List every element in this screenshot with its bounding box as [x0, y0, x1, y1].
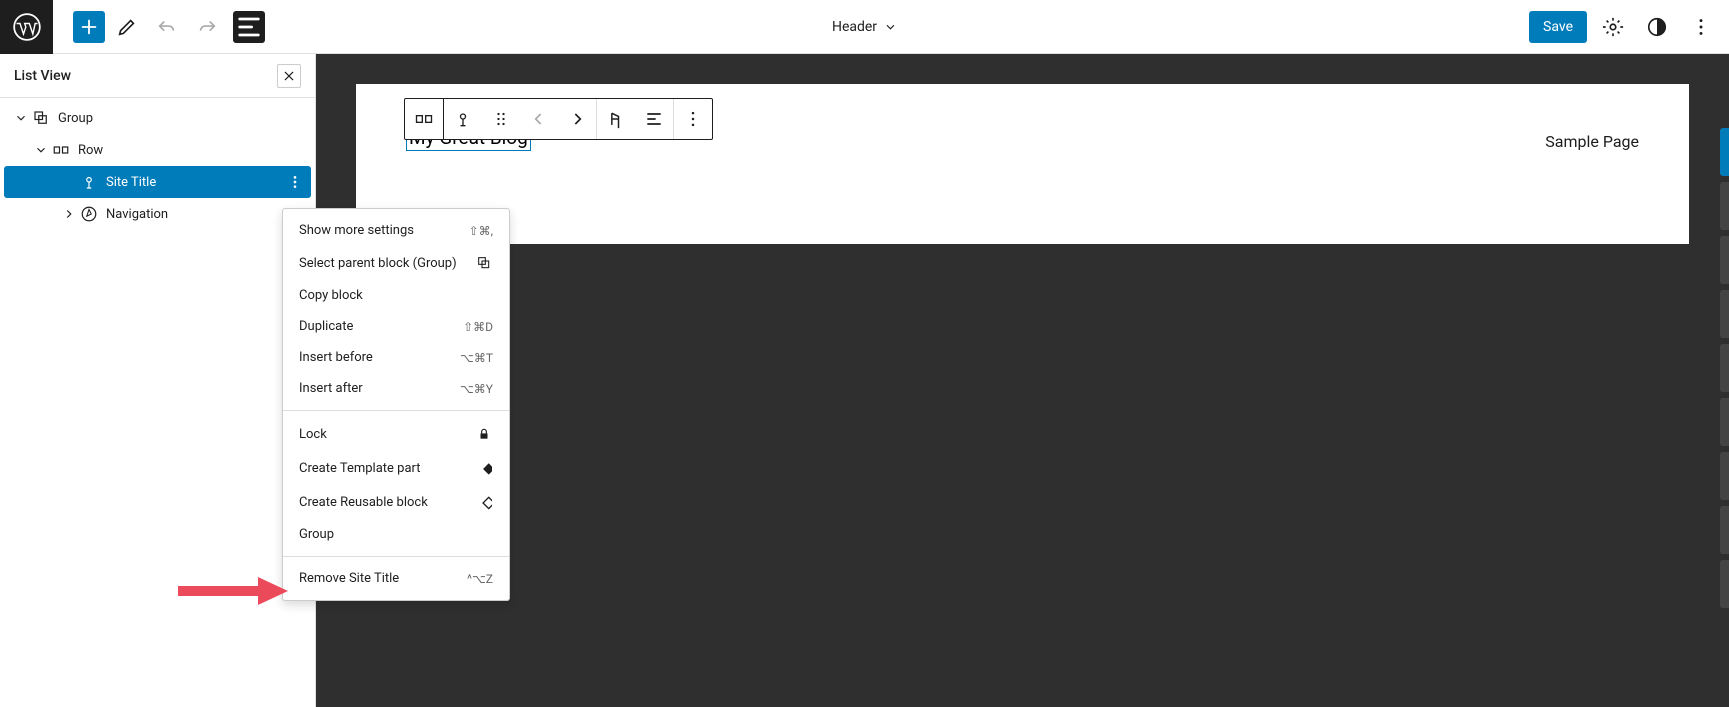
add-block-button[interactable]: [73, 11, 105, 43]
ctx-remove-site-title[interactable]: Remove Site Title ^⌥Z: [283, 563, 509, 594]
settings-button[interactable]: [1595, 9, 1631, 45]
panel-title: List View: [14, 68, 71, 84]
ctx-shortcut: ⌥⌘T: [460, 351, 493, 365]
ctx-copy-block[interactable]: Copy block: [283, 280, 509, 311]
panel-header: List View: [0, 54, 315, 98]
ctx-label: Create Reusable block: [299, 495, 428, 510]
options-button[interactable]: [1683, 9, 1719, 45]
wp-logo-button[interactable]: [0, 0, 53, 54]
site-title-block-icon: [78, 173, 100, 191]
header-template-canvas[interactable]: My Great Blog Sample Page: [356, 84, 1689, 244]
tree-item-label: Row: [78, 143, 103, 158]
chevron-down-icon[interactable]: [32, 143, 50, 157]
ctx-label: Copy block: [299, 288, 363, 303]
chevron-down-icon[interactable]: [12, 111, 30, 125]
rail-tab[interactable]: [1720, 290, 1729, 338]
ctx-label: Show more settings: [299, 223, 414, 238]
undo-button[interactable]: [149, 9, 185, 45]
chevron-right-icon[interactable]: [60, 207, 78, 221]
ctx-group[interactable]: Group: [283, 519, 509, 550]
block-type-button[interactable]: [405, 99, 443, 139]
ctx-shortcut: ^⌥Z: [467, 572, 493, 586]
rail-tab[interactable]: [1720, 344, 1729, 392]
template-part-icon: [475, 459, 493, 477]
tree-item-site-title[interactable]: Site Title: [4, 166, 311, 198]
row-block-icon: [50, 141, 72, 159]
block-options-button[interactable]: [674, 99, 712, 139]
group-block-icon: [30, 109, 52, 127]
rail-tab[interactable]: [1720, 398, 1729, 446]
tree-item-row[interactable]: Row: [4, 134, 311, 166]
reusable-block-icon: [475, 493, 493, 511]
redo-button[interactable]: [189, 9, 225, 45]
header-right-group: Save: [1529, 9, 1729, 45]
ctx-label: Duplicate: [299, 319, 353, 334]
chevron-down-icon: [883, 20, 897, 34]
ctx-lock[interactable]: Lock: [283, 417, 509, 451]
template-name-label: Header: [832, 19, 877, 35]
ctx-select-parent[interactable]: Select parent block (Group): [283, 246, 509, 280]
navigation-block-icon: [78, 205, 100, 223]
rail-tab[interactable]: [1720, 506, 1729, 554]
block-toolbar: [404, 98, 713, 140]
tree-item-group[interactable]: Group: [4, 102, 311, 134]
ctx-label: Create Template part: [299, 461, 421, 476]
ctx-label: Group: [299, 527, 334, 542]
tree-item-label: Navigation: [106, 207, 168, 222]
document-overview-button[interactable]: [233, 11, 265, 43]
tree-item-navigation[interactable]: Navigation: [4, 198, 311, 230]
ctx-insert-after[interactable]: Insert after ⌥⌘Y: [283, 373, 509, 404]
ctx-shortcut: ⇧⌘D: [463, 320, 493, 334]
block-context-menu: Show more settings ⇧⌘, Select parent blo…: [282, 208, 510, 601]
rail-tab[interactable]: [1720, 236, 1729, 284]
ctx-label: Select parent block (Group): [299, 256, 457, 271]
select-parent-button[interactable]: [444, 99, 482, 139]
template-selector[interactable]: Header: [832, 19, 897, 35]
tree-item-options-button[interactable]: [287, 174, 303, 190]
lock-icon: [475, 425, 493, 443]
align-button[interactable]: [635, 99, 673, 139]
tree-item-label: Group: [58, 111, 93, 126]
ctx-shortcut: ⌥⌘Y: [460, 382, 493, 396]
ctx-shortcut: ⇧⌘,: [469, 224, 493, 238]
move-left-button[interactable]: [520, 99, 558, 139]
ctx-show-more-settings[interactable]: Show more settings ⇧⌘,: [283, 215, 509, 246]
edit-tool-button[interactable]: [109, 9, 145, 45]
rail-tab[interactable]: [1720, 182, 1729, 230]
ctx-insert-before[interactable]: Insert before ⌥⌘T: [283, 342, 509, 373]
drag-handle[interactable]: [482, 99, 520, 139]
rail-tab[interactable]: [1720, 452, 1729, 500]
top-bar: Header Save: [0, 0, 1729, 54]
rail-tab[interactable]: [1720, 560, 1729, 608]
right-tab-rail: [1720, 54, 1729, 707]
block-tree: Group Row Site Title Navigation: [0, 98, 315, 234]
annotation-arrow: [178, 577, 288, 605]
move-right-button[interactable]: [558, 99, 596, 139]
ctx-create-reusable-block[interactable]: Create Reusable block: [283, 485, 509, 519]
ctx-label: Remove Site Title: [299, 571, 399, 586]
list-view-panel: List View Group Row Site Title Navigatio…: [0, 54, 316, 707]
editor-canvas-wrap: My Great Blog Sample Page: [316, 54, 1729, 707]
close-icon: [282, 69, 296, 83]
group-icon: [475, 254, 493, 272]
styles-button[interactable]: [1639, 9, 1675, 45]
navigation-link[interactable]: Sample Page: [1545, 132, 1639, 151]
save-button[interactable]: Save: [1529, 11, 1587, 43]
rail-tab[interactable]: [1720, 128, 1729, 176]
ctx-label: Insert before: [299, 350, 373, 365]
ctx-create-template-part[interactable]: Create Template part: [283, 451, 509, 485]
ctx-duplicate[interactable]: Duplicate ⇧⌘D: [283, 311, 509, 342]
ctx-label: Lock: [299, 427, 327, 442]
tree-item-label: Site Title: [106, 175, 156, 190]
heading-level-button[interactable]: [597, 99, 635, 139]
ctx-label: Insert after: [299, 381, 363, 396]
close-panel-button[interactable]: [277, 64, 301, 88]
